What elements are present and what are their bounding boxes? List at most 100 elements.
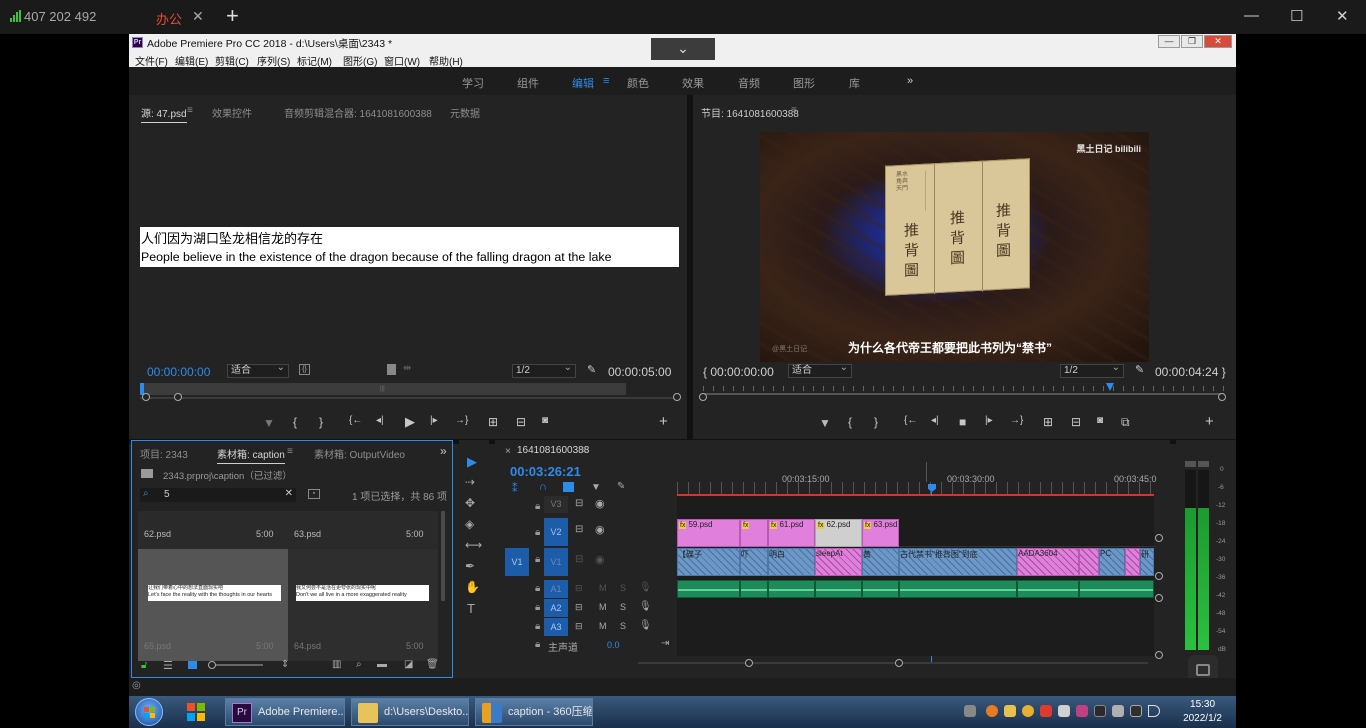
tab-sequence[interactable]: 1641081600388 <box>517 445 589 458</box>
mark-in-button[interactable]: { <box>848 415 852 429</box>
workspace-more-button[interactable]: » <box>907 75 913 87</box>
workspace-menu-icon[interactable]: ≡ <box>603 75 609 87</box>
hscroll-bar[interactable] <box>638 662 1148 664</box>
audio-clip[interactable] <box>899 580 1017 598</box>
tab-menu-icon[interactable]: ≡ <box>581 445 587 456</box>
wrench-icon[interactable]: ✎ <box>587 363 596 376</box>
program-scrub-bar[interactable] <box>703 393 1224 395</box>
menu-file[interactable]: 文件(F) <box>135 53 168 68</box>
start-button[interactable] <box>135 698 163 726</box>
go-to-out-button[interactable]: →} <box>1010 415 1023 426</box>
type-tool-icon[interactable]: T <box>467 601 475 616</box>
mark-out-button[interactable]: } <box>874 415 878 429</box>
menu-edit[interactable]: 编辑(E) <box>175 53 208 68</box>
sync-icon[interactable]: ⊟ <box>575 498 583 509</box>
minimize-button[interactable]: — <box>1158 35 1180 48</box>
restore-button[interactable]: ❐ <box>1181 35 1203 48</box>
step-back-button[interactable]: ◂| <box>931 415 939 426</box>
eye-icon[interactable]: ◉ <box>595 523 605 536</box>
workspace-editing[interactable]: 编辑 <box>572 75 594 91</box>
tab-project[interactable]: 项目: 2343 <box>140 446 188 461</box>
clip-v1[interactable]: AADA3604 <box>1017 548 1079 576</box>
audio-clip[interactable] <box>768 580 815 598</box>
ripple-edit-tool-icon[interactable]: ✥ <box>465 496 475 510</box>
razor-tool-icon[interactable]: ◈ <box>465 517 474 531</box>
camera-icon[interactable]: ◙ <box>542 415 548 426</box>
taskbar-360zip[interactable]: caption - 360压缩 <box>475 698 593 726</box>
scrollbar[interactable] <box>441 511 445 601</box>
lock-icon[interactable]: 🔒︎ <box>535 554 540 565</box>
tray-app-icon[interactable] <box>1058 705 1070 717</box>
solo-button[interactable]: S <box>620 583 626 593</box>
volume-icon[interactable] <box>1148 705 1160 717</box>
sync-icon[interactable]: ⊟ <box>575 524 583 535</box>
track-a2[interactable]: A2 <box>544 599 568 617</box>
camera-icon[interactable]: ◙ <box>1097 415 1103 426</box>
snap-icon[interactable]: ∩ <box>539 481 547 493</box>
menu-marker[interactable]: 标记(M) <box>297 53 332 68</box>
automate-icon[interactable]: ▥ <box>332 659 341 670</box>
trash-icon[interactable]: 🗑︎ <box>426 659 439 670</box>
eye-icon[interactable]: ◉ <box>595 553 605 566</box>
master-volume[interactable]: 0.0 <box>607 640 620 650</box>
safe-margins-icon[interactable]: {} <box>299 364 310 375</box>
keyboard-icon[interactable] <box>964 705 976 717</box>
track-a1[interactable]: A1 <box>544 580 568 598</box>
list-item[interactable]: 63.psd 5:00 我又何尝不是活在更夸张的现实中呢 Don't we al… <box>288 511 438 661</box>
workspace-assembly[interactable]: 组件 <box>517 75 539 91</box>
workspace-effects[interactable]: 效果 <box>682 75 704 91</box>
program-scale-dropdown[interactable]: 1/2 <box>1060 362 1124 378</box>
new-bin-icon[interactable]: ▪ <box>308 489 320 499</box>
network-icon[interactable] <box>1094 705 1106 717</box>
nest-icon[interactable]: ⁑ <box>512 482 518 495</box>
solo-button[interactable]: S <box>620 602 626 612</box>
scrub-handle[interactable]: ||| <box>380 386 386 392</box>
go-to-in-button[interactable]: {← <box>349 415 362 426</box>
stop-button[interactable]: ■ <box>959 415 966 429</box>
timeline-timecode[interactable]: 00:03:26:21 <box>510 464 581 479</box>
workspace-libraries[interactable]: 库 <box>849 75 860 91</box>
clip-v1[interactable]: 吓 <box>740 548 768 576</box>
close-icon[interactable]: ✕ <box>192 8 204 25</box>
eye-icon[interactable]: ◉ <box>595 497 605 510</box>
sync-icon[interactable]: ⊟ <box>575 602 583 613</box>
add-marker-button[interactable]: ▼ <box>819 416 831 430</box>
add-marker-icon[interactable]: ▼ <box>591 482 601 493</box>
clip-v1[interactable]: 【碟子 <box>677 548 740 576</box>
zoom-right-handle[interactable] <box>673 393 681 401</box>
clip-v1[interactable] <box>1079 548 1099 576</box>
go-to-in-button[interactable]: {← <box>904 415 917 426</box>
zoom-start-handle[interactable] <box>699 393 707 401</box>
comparison-view-button[interactable]: ⧉ <box>1121 415 1130 430</box>
source-scrub-bar[interactable]: ||| <box>140 383 626 395</box>
workspace-graphics[interactable]: 图形 <box>793 75 815 91</box>
minimize-button[interactable]: — <box>1244 7 1259 24</box>
source-scale-dropdown[interactable]: 1/2 <box>512 362 576 378</box>
session-tab[interactable]: 办公 ✕ <box>150 4 212 30</box>
zoom-start-handle[interactable] <box>142 393 150 401</box>
program-timecode-in[interactable]: { 00:00:00:00 <box>703 365 774 379</box>
clip-v2[interactable]: fx 59.psd <box>677 519 740 547</box>
tab-menu-icon[interactable]: ≡ <box>187 105 193 116</box>
status-icon[interactable]: ◎ <box>132 680 141 691</box>
pen-tool-icon[interactable]: ✒ <box>465 559 475 573</box>
zoom-slider[interactable] <box>208 664 263 666</box>
tab-effect-controls[interactable]: 效果控件 <box>212 105 252 120</box>
tab-bin-output[interactable]: 素材箱: OutputVideo <box>314 446 405 461</box>
vscroll-handle[interactable] <box>1155 651 1163 659</box>
tab-audio-clip-mixer[interactable]: 音频剪辑混合器: 1641081600388 <box>284 105 432 120</box>
vscroll-handle[interactable] <box>1155 534 1163 542</box>
export-frame-icon[interactable] <box>387 364 396 375</box>
clip-v1[interactable]: sleepAt <box>815 548 862 576</box>
solo-button[interactable]: S <box>620 621 626 631</box>
vscroll-handle[interactable] <box>1155 572 1163 580</box>
track-a3[interactable]: A3 <box>544 618 568 636</box>
find-icon[interactable]: ⌕ <box>356 659 362 670</box>
hscroll-start-handle[interactable] <box>745 659 753 667</box>
new-item-icon[interactable]: ◪ <box>404 659 413 670</box>
tab-menu-icon[interactable]: ≡ <box>287 446 293 457</box>
clip-v1[interactable]: PC <box>1099 548 1125 576</box>
insert-button[interactable]: ⊞ <box>488 415 498 429</box>
clip-v2[interactable]: fx 62.psd <box>815 519 862 547</box>
clip-v1[interactable]: 古代禁书"推背图"到底 <box>899 548 1017 576</box>
